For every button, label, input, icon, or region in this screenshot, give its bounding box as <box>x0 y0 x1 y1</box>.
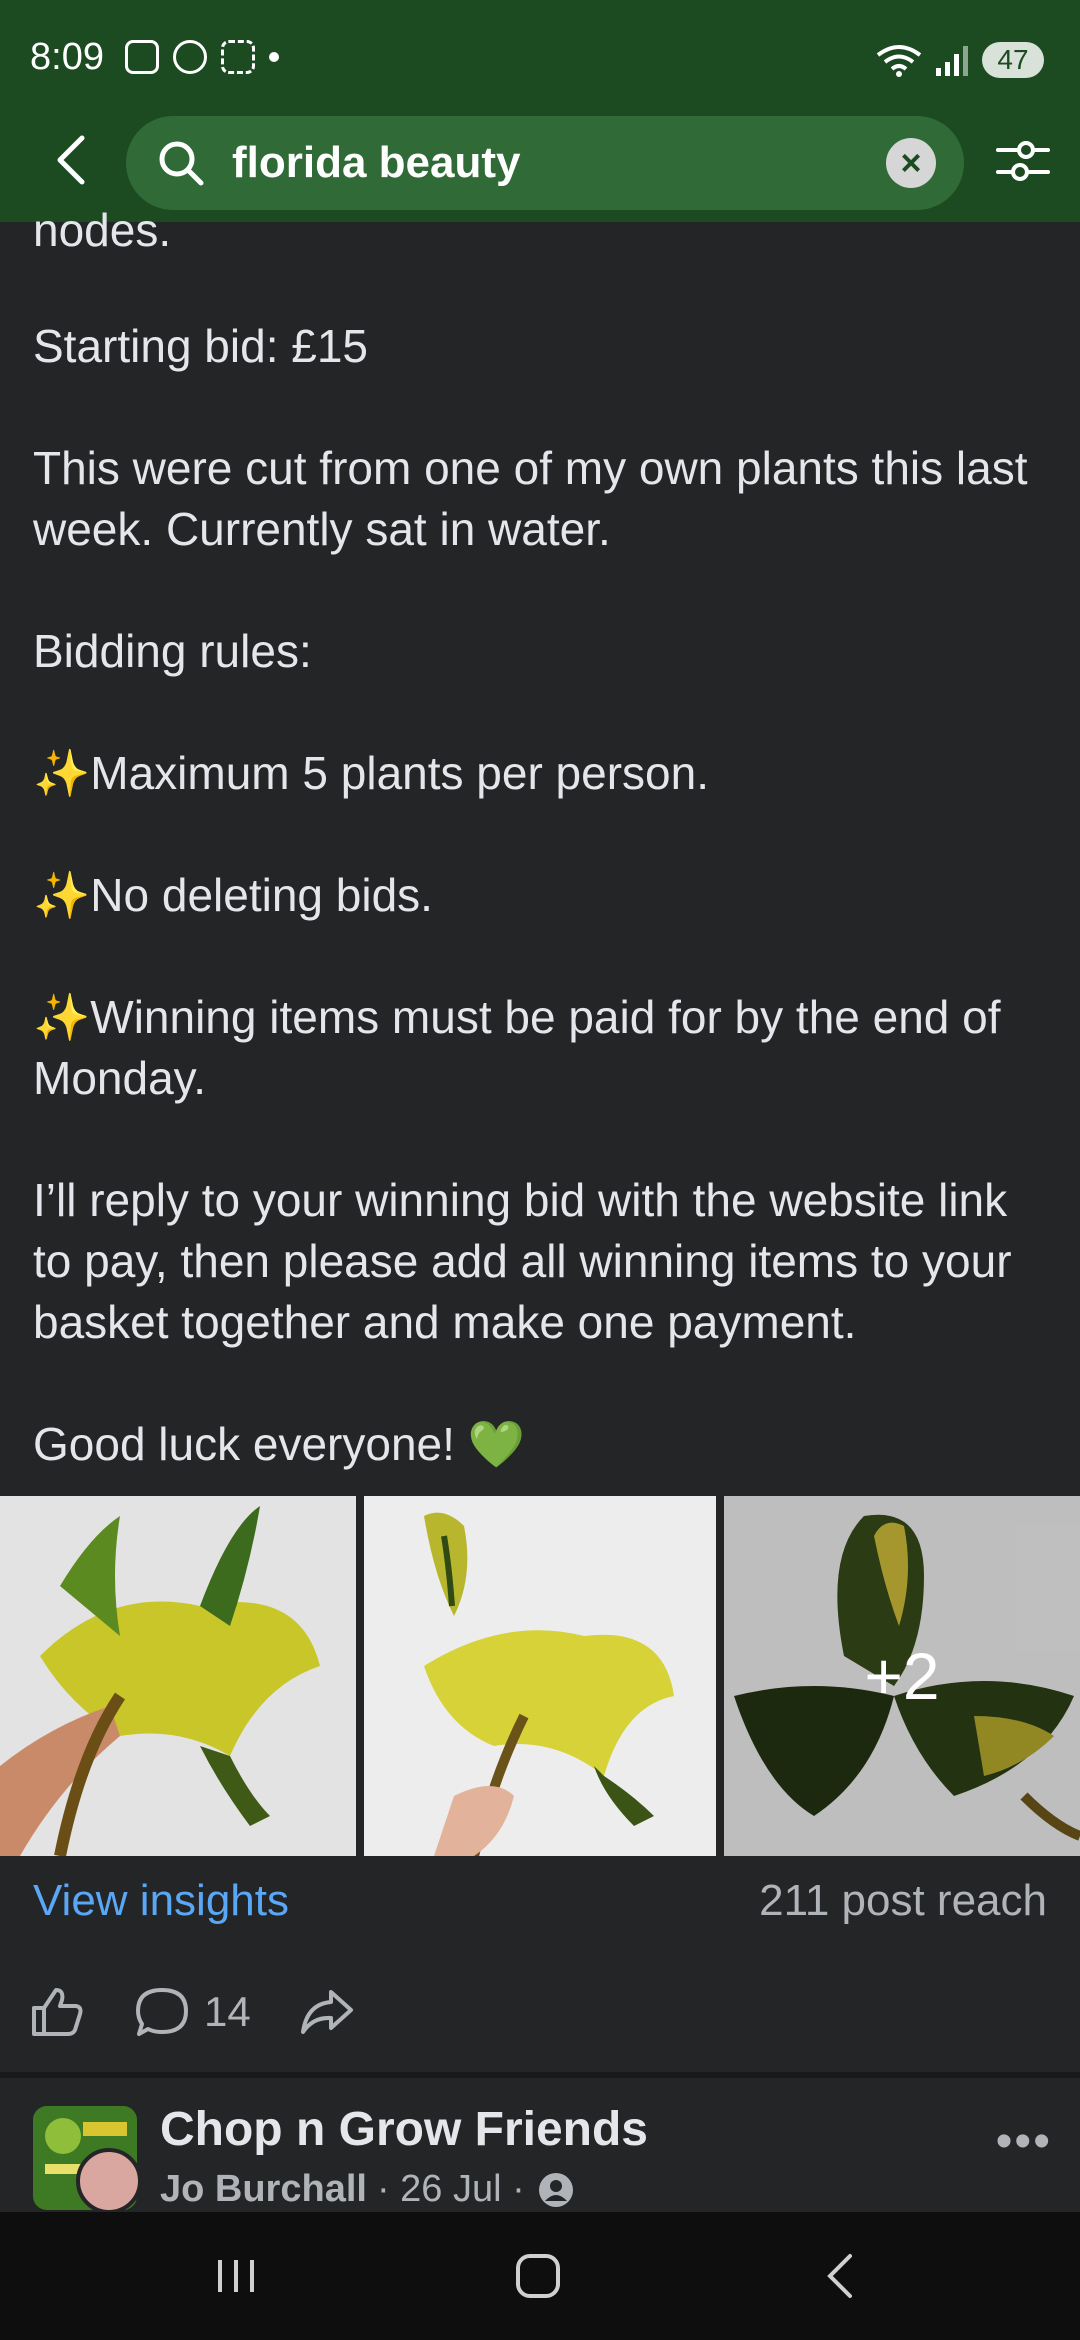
more-photos-count: +2 <box>724 1496 1080 1856</box>
post-date: · 26 Jul · <box>376 2168 525 2210</box>
cutting-description-text: This were cut from one of my own plants … <box>33 442 1028 555</box>
plant-photo[interactable] <box>364 1496 716 1856</box>
post-actions: 14 <box>30 1984 403 2040</box>
system-nav-bar <box>0 2212 1080 2340</box>
rule-item: ✨No deleting bids. <box>33 869 433 921</box>
post-reach-text: 211 post reach <box>759 1876 1047 1925</box>
shopping-bag-icon <box>125 40 159 74</box>
home-icon[interactable] <box>508 2246 568 2306</box>
search-input[interactable]: florida beauty <box>232 138 521 188</box>
more-options-icon[interactable]: ••• <box>996 2114 1052 2169</box>
author-name[interactable]: Jo Burchall <box>160 2168 367 2211</box>
post-meta: Jo Burchall · 26 Jul · <box>160 2168 575 2211</box>
rule-item: ✨Maximum 5 plants per person. <box>33 747 709 799</box>
comment-icon <box>136 1988 188 2036</box>
plant-photo-more[interactable]: +2 <box>724 1496 1080 1856</box>
screenshot-icon <box>221 40 255 74</box>
view-insights-link[interactable]: View insights <box>33 1876 289 1926</box>
post-text: Starting bid: £15 This were cut from one… <box>33 316 1053 1475</box>
status-time: 8:09 <box>30 36 104 78</box>
back-arrow-icon[interactable] <box>44 130 104 190</box>
filter-icon[interactable] <box>994 132 1052 190</box>
comment-button[interactable]: 14 <box>134 1984 251 2040</box>
thumbs-up-icon <box>32 1988 83 2036</box>
signal-icon <box>936 44 968 76</box>
sign-off-text: Good luck everyone! 💚 <box>33 1418 525 1470</box>
bidding-rules-heading: Bidding rules: <box>33 625 312 677</box>
status-right: 47 <box>876 42 1044 78</box>
dot-icon <box>269 52 279 62</box>
search-bar[interactable]: florida beauty × <box>126 116 964 210</box>
next-post-header: Chop n Grow Friends Jo Burchall · 26 Jul… <box>0 2078 1080 2214</box>
payment-instructions-text: I’ll reply to your winning bid with the … <box>33 1174 1012 1348</box>
search-icon <box>159 141 204 186</box>
rule-item: ✨Winning items must be paid for by the e… <box>33 991 1001 1104</box>
privacy-icon <box>538 2172 573 2207</box>
clear-search-icon[interactable]: × <box>886 138 936 188</box>
comment-count: 14 <box>204 1988 251 2035</box>
messenger-icon <box>173 40 207 74</box>
post-photo-grid: +2 <box>0 1496 1080 1856</box>
group-name[interactable]: Chop n Grow Friends <box>160 2102 648 2157</box>
plant-photo[interactable] <box>0 1496 356 1856</box>
share-button[interactable] <box>299 1984 355 2040</box>
truncated-text-line: nodes. <box>33 204 172 256</box>
starting-bid-text: Starting bid: £15 <box>33 320 369 372</box>
battery-icon: 47 <box>982 42 1044 78</box>
back-icon[interactable] <box>812 2246 872 2306</box>
like-button[interactable] <box>30 1984 86 2040</box>
share-icon <box>300 1990 353 2034</box>
author-avatar[interactable] <box>76 2148 142 2214</box>
recent-apps-icon[interactable] <box>206 2246 266 2306</box>
status-icons-left <box>125 40 279 74</box>
wifi-icon <box>876 45 922 77</box>
